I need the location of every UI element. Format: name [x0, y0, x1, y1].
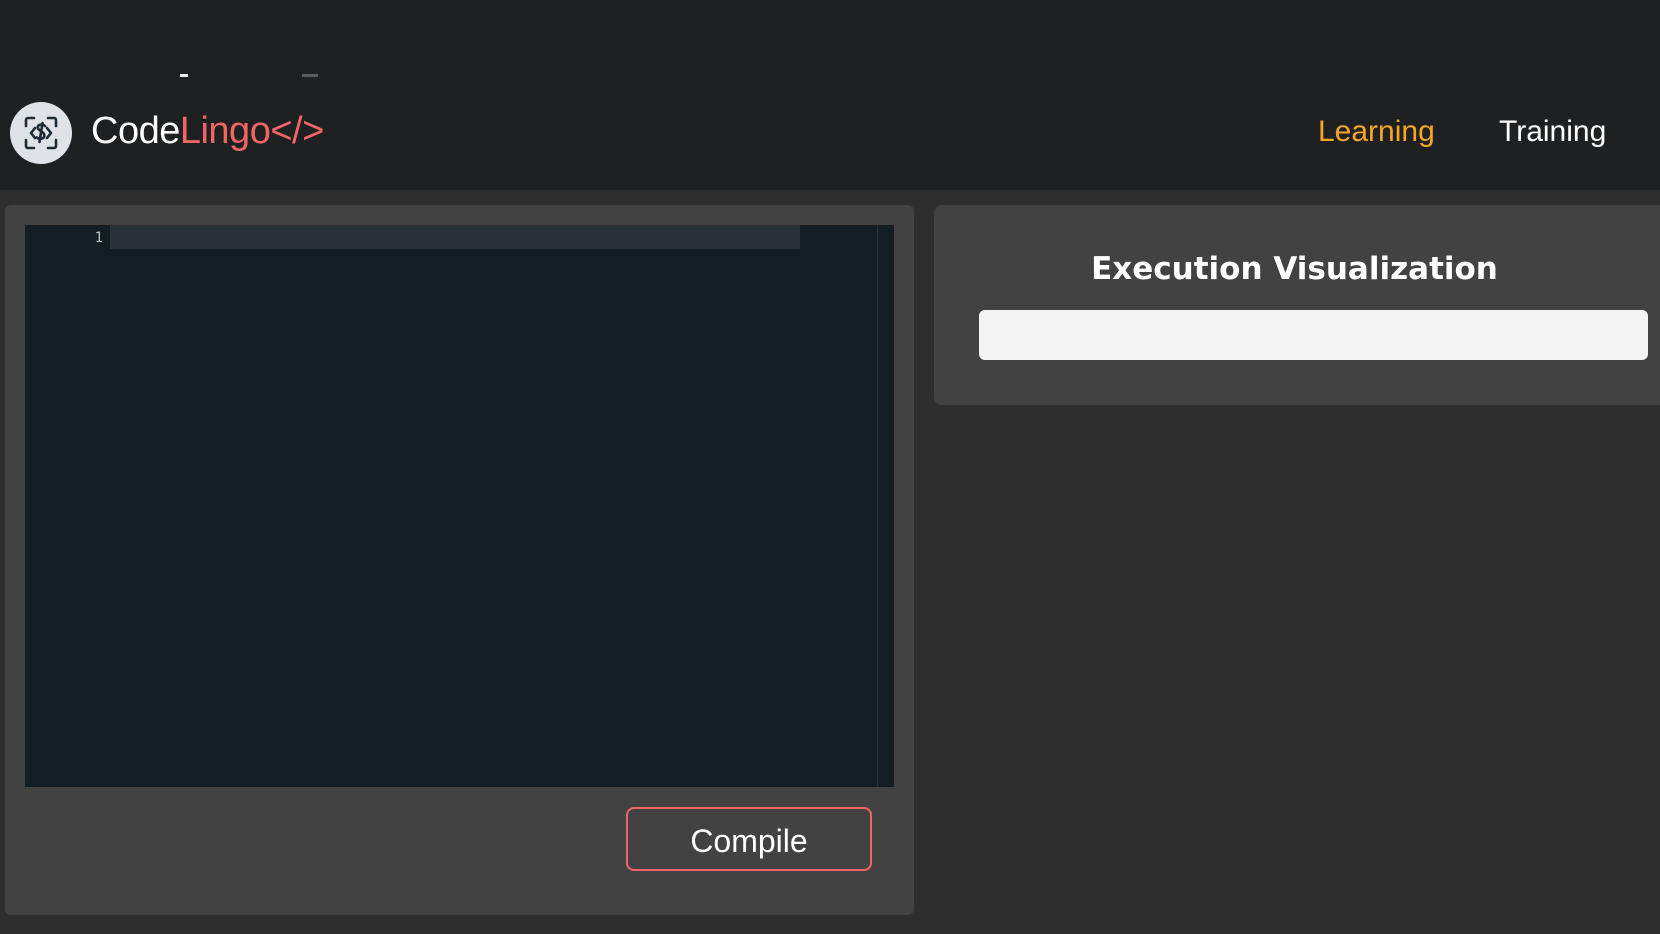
brand-name-accent: Lingo</> [179, 110, 324, 152]
editor-panel: 1 Compile [5, 205, 914, 915]
visualization-output [979, 310, 1648, 360]
visualization-title: Execution Visualization [1091, 251, 1498, 287]
print-margin-line [877, 225, 878, 787]
active-line-highlight[interactable] [110, 225, 800, 249]
code-scan-icon [24, 116, 58, 150]
line-number: 1 [94, 230, 103, 246]
header-bar: CodeLingo</> Learning Training [0, 0, 1660, 190]
navbar: CodeLingo</> Learning Training [0, 95, 1660, 175]
brand-name-prefix: Code [91, 110, 180, 152]
brand-name[interactable]: CodeLingo</> [91, 109, 324, 153]
editor-gutter: 1 [25, 225, 110, 787]
logo[interactable] [10, 102, 72, 164]
visualization-panel: Execution Visualization [934, 205, 1660, 405]
clipped-header-text [180, 74, 320, 77]
nav-learning-link[interactable]: Learning [1318, 114, 1435, 150]
nav-training-link[interactable]: Training [1499, 114, 1606, 150]
code-editor[interactable]: 1 [25, 225, 894, 787]
compile-button[interactable]: Compile [626, 807, 872, 871]
